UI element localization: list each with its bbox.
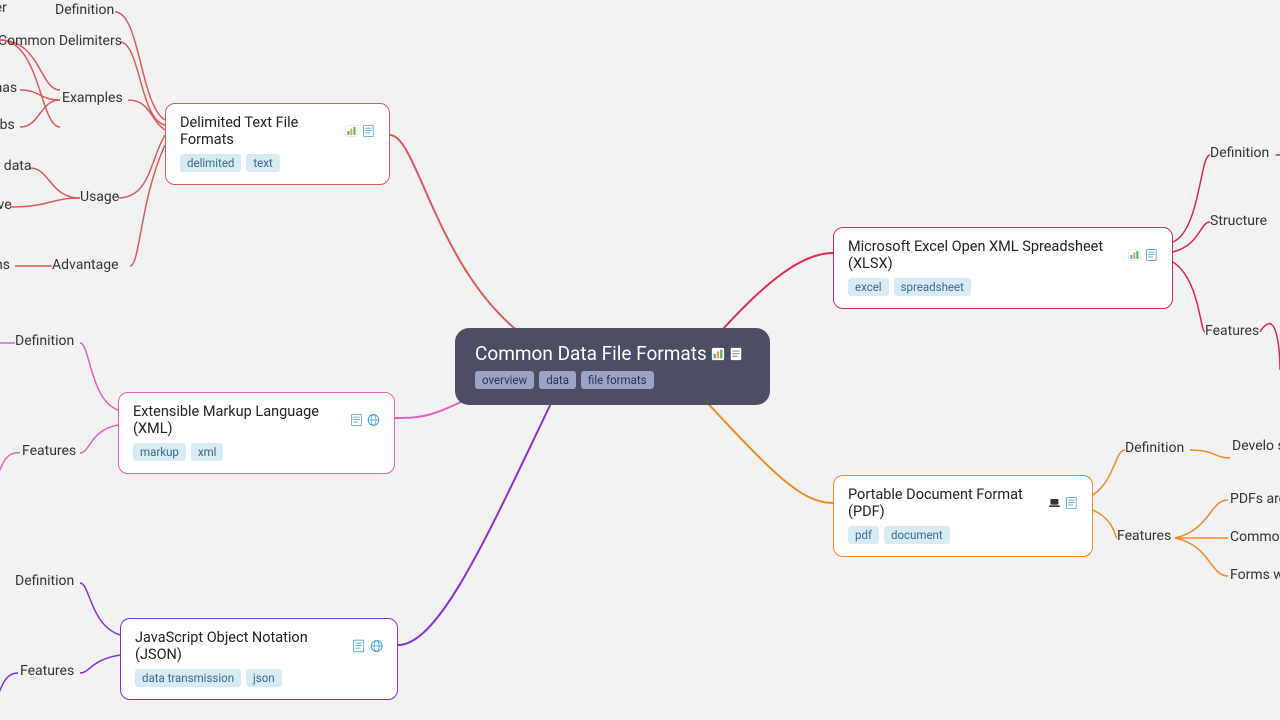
leaf-label[interactable]: Features [22,443,76,459]
node-pdf[interactable]: Portable Document Format (PDF) pdf docum… [833,475,1093,557]
leaf-label[interactable]: Common Delimiters [0,33,122,49]
node-title: Delimited Text File Formats [180,114,375,148]
node-title-text: Portable Document Format (PDF) [848,486,1044,520]
root-tags: overview data file formats [475,371,750,389]
leaf-label[interactable]: Definition [15,573,74,589]
leaf-label[interactable]: Common [1230,529,1280,545]
globe-icon [370,639,383,653]
node-title-text: JavaScript Object Notation (JSON) [135,629,348,663]
leaf-label[interactable]: mas [0,80,17,96]
node-xml[interactable]: Extensible Markup Language (XML) markup … [118,392,395,474]
root-node[interactable]: Common Data File Formats overview data f… [455,328,770,405]
leaf-label[interactable]: ns [0,257,10,273]
node-title-text: Microsoft Excel Open XML Spreadsheet (XL… [848,238,1124,272]
leaf-label[interactable]: PDFs are [1230,491,1280,507]
node-json[interactable]: JavaScript Object Notation (JSON) data t… [120,618,398,700]
leaf-label[interactable]: ter [0,0,7,16]
tag: excel [848,278,889,296]
node-tags: delimited text [180,154,375,172]
leaf-label[interactable]: Features [1117,528,1171,544]
leaf-label[interactable]: Definition [15,333,74,349]
tag: file formats [581,371,654,389]
node-tags: markup xml [133,443,380,461]
leaf-label[interactable]: Advantage [52,257,119,273]
leaf-label[interactable]: Examples [62,90,123,106]
leaf-label[interactable]: Usage [80,189,119,205]
leaf-label[interactable]: Definition [1210,145,1269,161]
document-icon [1145,248,1158,262]
tag: json [246,669,282,687]
tag: delimited [180,154,241,172]
root-title: Common Data File Formats [475,342,750,365]
node-title: Portable Document Format (PDF) [848,486,1078,520]
leaf-label[interactable]: Definition [1125,440,1184,456]
globe-icon [367,413,380,427]
document-icon [350,413,363,427]
tag: overview [475,371,534,389]
node-title-text: Extensible Markup Language (XML) [133,403,346,437]
node-title: Microsoft Excel Open XML Spreadsheet (XL… [848,238,1158,272]
node-title: JavaScript Object Notation (JSON) [135,629,383,663]
chart-icon [711,347,725,361]
tag: text [246,154,279,172]
node-delimited[interactable]: Delimited Text File Formats delimited te… [165,103,390,185]
document-icon [1065,496,1078,510]
root-title-text: Common Data File Formats [475,342,707,365]
tag: data [539,371,576,389]
leaf-label[interactable]: Features [1205,323,1259,339]
node-tags: pdf document [848,526,1078,544]
leaf-label[interactable]: Develo softwa [1232,438,1280,456]
node-title-text: Delimited Text File Formats [180,114,341,148]
tag: data transmission [135,669,241,687]
node-xlsx[interactable]: Microsoft Excel Open XML Spreadsheet (XL… [833,227,1173,309]
leaf-label[interactable]: ed data [0,158,32,174]
leaf-label[interactable]: Features [20,663,74,679]
tag: pdf [848,526,879,544]
leaf-label[interactable]: Structure [1210,213,1267,229]
tag: document [884,526,950,544]
document-icon [352,639,365,653]
leaf-label[interactable]: Forms w [1230,567,1280,583]
leaf-label[interactable]: ave [0,197,12,213]
node-tags: excel spreadsheet [848,278,1158,296]
chart-icon [345,124,358,138]
node-tags: data transmission json [135,669,383,687]
leaf-label[interactable]: Definition [55,2,114,18]
node-title: Extensible Markup Language (XML) [133,403,380,437]
document-icon [362,124,375,138]
tag: spreadsheet [894,278,971,296]
tag: markup [133,443,186,461]
laptop-icon [1048,496,1061,510]
chart-icon [1128,248,1141,262]
tag: xml [191,443,224,461]
leaf-label[interactable]: abs [0,117,15,133]
document-icon [729,347,743,361]
